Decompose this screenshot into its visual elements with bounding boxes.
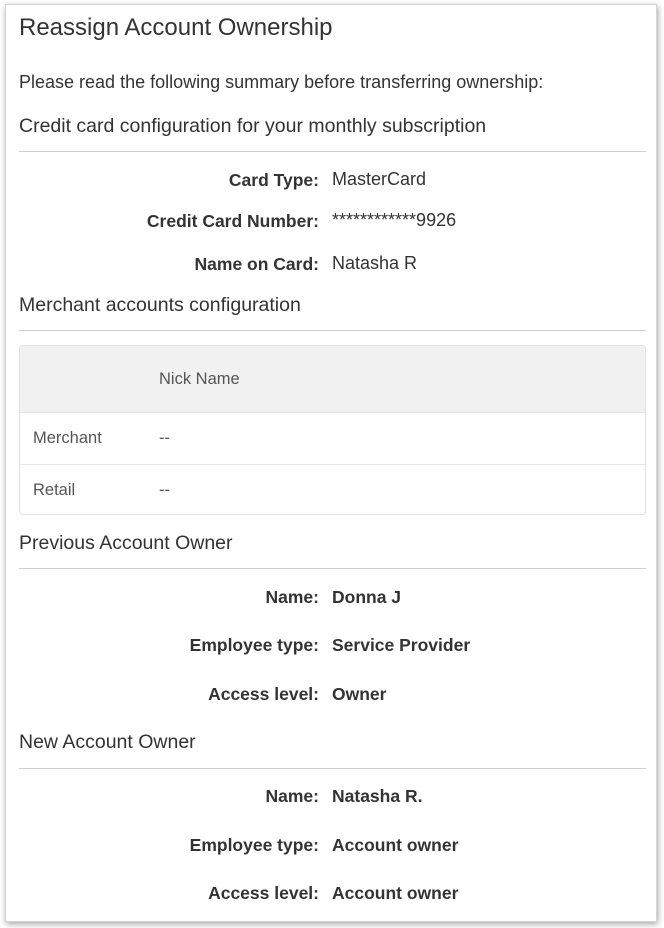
- table-row: Retail --: [20, 464, 645, 514]
- previous-owner-access-value: Owner: [332, 684, 387, 704]
- new-owner-type-label: Employee type:: [189, 835, 319, 855]
- table-row: Merchant --: [20, 412, 645, 464]
- previous-owner-type-value: Service Provider: [332, 635, 471, 655]
- divider: [19, 568, 646, 569]
- previous-owner-access-label: Access level:: [208, 684, 319, 704]
- merchant-type-cell: Merchant: [33, 429, 102, 447]
- divider: [19, 151, 646, 152]
- table-header: Nick Name: [20, 346, 645, 412]
- card-type-label: Card Type:: [228, 170, 319, 190]
- merchant-heading: Merchant accounts configuration: [19, 294, 301, 316]
- intro-text: Please read the following summary before…: [19, 72, 544, 92]
- nickname-cell: --: [159, 429, 170, 447]
- name-on-card-value: Natasha R: [332, 253, 418, 273]
- card-type-value: MasterCard: [332, 169, 427, 189]
- name-on-card-label: Name on Card:: [194, 254, 319, 274]
- new-owner-name-label: Name:: [265, 786, 320, 806]
- divider: [19, 330, 646, 331]
- previous-owner-name-value: Donna J: [332, 587, 402, 607]
- previous-owner-name-label: Name:: [265, 587, 320, 607]
- nickname-column-header: Nick Name: [159, 370, 240, 388]
- reassign-ownership-dialog: Reassign Account Ownership Please read t…: [5, 4, 657, 922]
- divider: [19, 768, 646, 769]
- new-owner-heading: New Account Owner: [19, 731, 196, 753]
- new-owner-name-value: Natasha R.: [332, 786, 423, 806]
- new-owner-access-value: Account owner: [332, 883, 459, 903]
- previous-owner-type-label: Employee type:: [189, 635, 319, 655]
- nickname-cell: --: [159, 481, 170, 499]
- merchant-type-cell: Retail: [33, 481, 76, 499]
- card-number-value: ************9926: [332, 210, 457, 230]
- new-owner-access-label: Access level:: [208, 883, 319, 903]
- previous-owner-heading: Previous Account Owner: [19, 532, 233, 554]
- credit-card-heading: Credit card configuration for your month…: [19, 115, 487, 137]
- new-owner-type-value: Account owner: [332, 835, 459, 855]
- page-title: Reassign Account Ownership: [19, 14, 333, 41]
- merchant-accounts-table: Nick Name Merchant -- Retail --: [19, 345, 646, 515]
- card-number-label: Credit Card Number:: [146, 211, 319, 231]
